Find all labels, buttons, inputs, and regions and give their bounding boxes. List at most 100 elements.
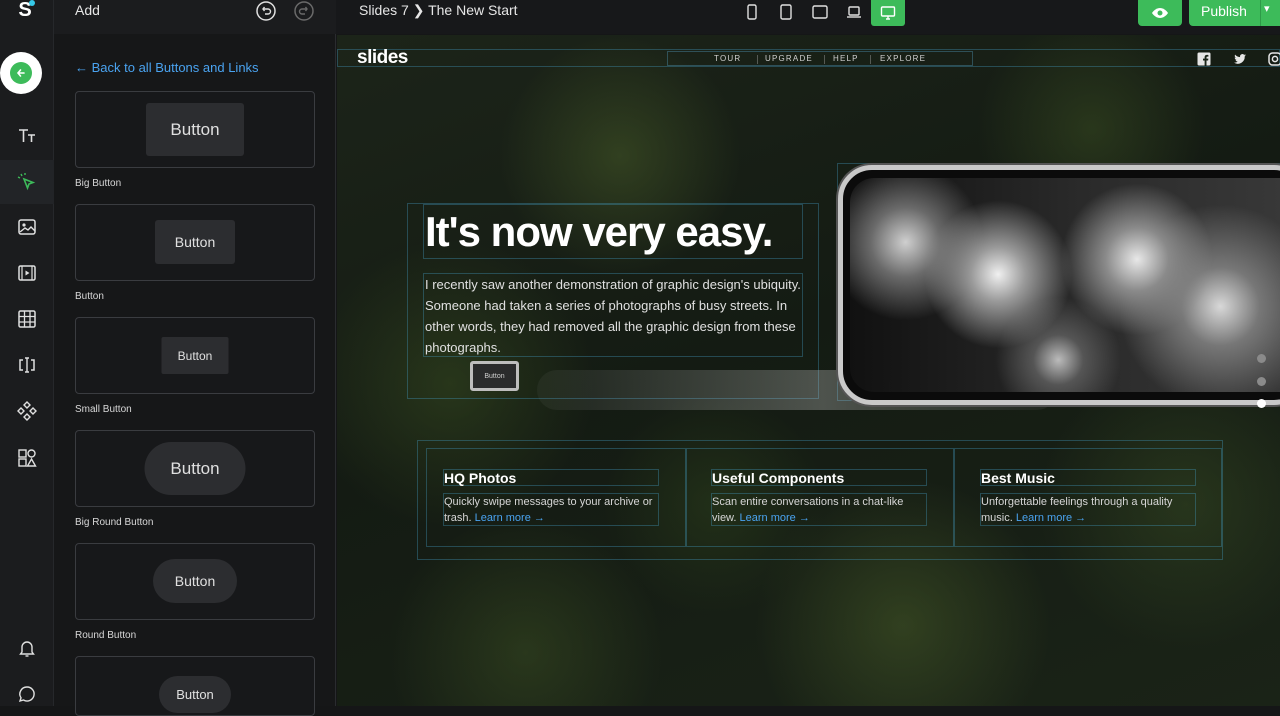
tablet-landscape-icon [812,5,828,19]
app-logo[interactable]: S [10,0,40,22]
twitter-link[interactable] [1233,52,1247,66]
preset-button: Button [161,337,229,374]
hero-button[interactable]: Button [470,361,519,391]
device-desktop-button[interactable] [871,0,905,26]
button-preset-big-round[interactable]: Button [75,430,315,507]
undo-button[interactable] [255,0,277,22]
publish-button[interactable]: Publish ▾ [1189,0,1280,26]
tablet-portrait-icon [780,4,792,20]
chat-icon [18,686,35,703]
button-preset-round[interactable]: Button [75,543,315,620]
panel-title: Add [75,2,100,18]
hero-paragraph[interactable]: I recently saw another demonstration of … [425,274,805,358]
breadcrumb[interactable]: Slides 7 ❯ The New Start [359,2,518,19]
nav-divider [870,55,871,64]
form-input-icon [19,357,35,373]
slider-dot[interactable] [1257,377,1266,386]
nav-item-upgrade[interactable]: UPGRADE [765,54,813,63]
button-preset-small[interactable]: Button [75,317,315,394]
image-icon [18,219,36,235]
bell-icon [19,641,35,657]
redo-icon [294,1,314,21]
tool-rail: S [0,0,54,706]
buttons-tool-button[interactable] [0,160,54,204]
preset-label: Small Button [75,404,132,415]
app-logo-dot [29,0,35,6]
feature-title[interactable]: Best Music [981,470,1055,486]
learn-more-link[interactable]: Learn more → [475,512,545,524]
learn-more-link[interactable]: Learn more → [1016,512,1086,524]
editor-topbar: Slides 7 ❯ The New Start Publish ▾ [336,0,1280,34]
laptop-icon [847,6,861,18]
redo-button[interactable] [293,0,315,22]
instagram-icon [1268,52,1280,66]
nav-item-explore[interactable]: EXPLORE [880,54,926,63]
preset-button: Button [153,559,237,603]
preset-label: Button [75,291,104,302]
preset-label: Big Round Button [75,517,154,528]
panel-header: Add [54,0,336,34]
facebook-icon [1197,52,1211,66]
back-to-buttons-link[interactable]: ← Back to all Buttons and Links [75,60,259,75]
phone-portrait-icon [747,4,757,20]
site-nav: TOUR UPGRADE HELP EXPLORE [667,51,973,66]
feature-title[interactable]: Useful Components [712,470,844,486]
text-icon [19,129,35,142]
preset-button: Button [144,442,246,495]
instagram-link[interactable] [1268,52,1280,66]
twitter-icon [1234,54,1246,64]
preset-label: Big Button [75,178,122,189]
cursor-click-icon [17,173,36,191]
add-panel: Add ← Back to all Buttons and Links Butt… [54,0,336,716]
nav-item-help[interactable]: HELP [833,54,859,63]
button-preset-big[interactable]: Button [75,91,315,168]
publish-divider [1260,0,1261,26]
site-logo[interactable]: slides [357,47,408,69]
chat-button[interactable] [0,672,54,716]
nav-divider [757,55,758,64]
preset-label: Round Button [75,630,137,641]
feature-text[interactable]: Quickly swipe messages to your archive o… [444,494,658,526]
device-tablet-button[interactable] [772,0,800,24]
feature-text[interactable]: Scan entire conversations in a chat-like… [712,494,926,526]
shapes-icon [18,449,37,467]
chevron-down-icon[interactable]: ▾ [1264,2,1270,15]
publish-label: Publish [1201,3,1247,19]
undo-icon [256,1,276,21]
feature-text[interactable]: Unforgettable feelings through a quality… [981,494,1195,526]
preset-button: Button [159,676,231,713]
device-laptop-button[interactable] [840,0,868,24]
grid-icon [18,310,36,328]
components-tool-button[interactable] [0,389,54,433]
shapes-tool-button[interactable] [0,436,54,480]
feature-title[interactable]: HQ Photos [444,470,516,486]
facebook-link[interactable] [1197,52,1211,66]
phone-mockup[interactable] [838,165,1280,405]
eye-icon [1152,8,1168,18]
desktop-icon [880,6,896,20]
table-tool-button[interactable] [0,297,54,341]
components-icon [17,401,37,421]
device-phone-button[interactable] [738,0,766,24]
phone-screen-image [850,178,1280,392]
learn-more-link[interactable]: Learn more → [740,512,810,524]
text-tool-button[interactable] [0,114,54,158]
nav-item-tour[interactable]: TOUR [714,54,741,63]
button-preset-small-round[interactable]: Button [75,656,315,716]
slider-dot[interactable] [1257,354,1266,363]
hero-title[interactable]: It's now very easy. [425,208,773,256]
nav-divider [824,55,825,64]
back-button[interactable] [0,52,42,94]
preset-button: Button [155,220,235,264]
button-preset-default[interactable]: Button [75,204,315,281]
device-tablet-landscape-button[interactable] [806,0,834,24]
arrow-left-icon [10,62,32,84]
image-tool-button[interactable] [0,205,54,249]
video-icon [18,265,36,281]
slider-dot-active[interactable] [1257,399,1266,408]
editor-canvas[interactable]: slides TOUR UPGRADE HELP EXPLORE It's no… [337,35,1280,706]
preview-button[interactable] [1138,0,1182,26]
video-tool-button[interactable] [0,251,54,295]
form-tool-button[interactable] [0,343,54,387]
notifications-button[interactable] [0,626,54,670]
